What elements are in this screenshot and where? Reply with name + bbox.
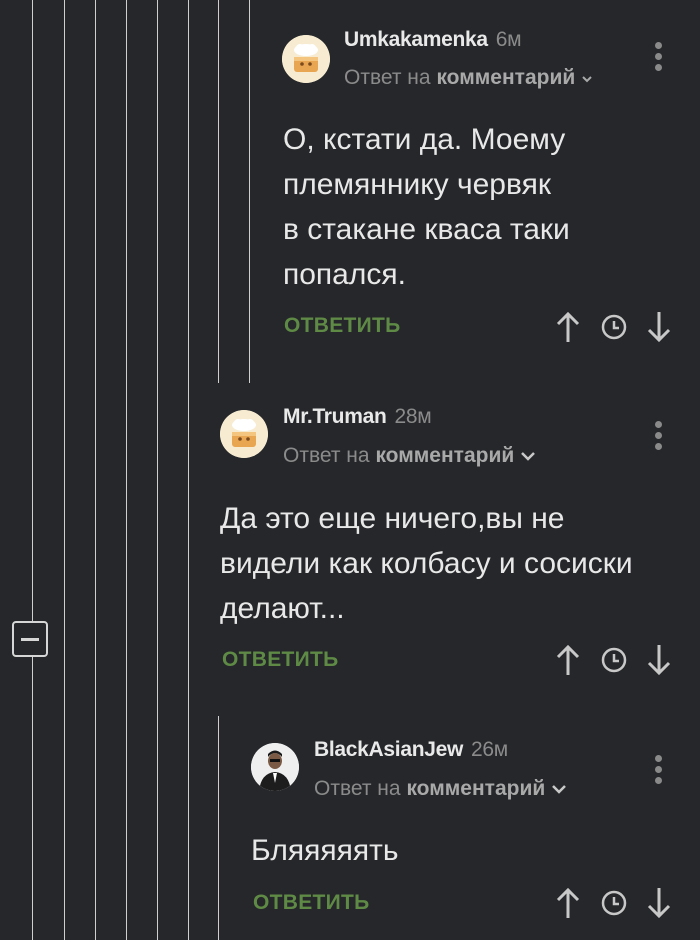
comment-time: 6м: [495, 28, 522, 51]
more-options-icon[interactable]: [653, 755, 663, 788]
reply-button[interactable]: ОТВЕТИТЬ: [284, 314, 401, 338]
downvote-arrow-icon[interactable]: [646, 310, 672, 344]
thread-line: [95, 0, 96, 940]
downvote-arrow-icon[interactable]: [646, 643, 672, 677]
comment-author[interactable]: Umkakamenka 6м: [344, 28, 522, 52]
clock-icon[interactable]: [600, 313, 628, 341]
thread-line: [188, 0, 189, 940]
downvote-arrow-icon[interactable]: [646, 886, 672, 920]
comment-author[interactable]: BlackAsianJew 26м: [314, 738, 508, 762]
thread-line: [218, 716, 219, 940]
upvote-arrow-icon[interactable]: [555, 310, 581, 344]
collapse-thread-button[interactable]: [12, 621, 48, 657]
cake-avatar-icon[interactable]: [220, 410, 268, 458]
chevron-down-icon: [520, 444, 536, 468]
cake-avatar-icon[interactable]: [282, 35, 330, 83]
more-options-icon[interactable]: [653, 42, 663, 75]
more-options-icon[interactable]: [653, 421, 663, 454]
thread-line: [126, 0, 127, 940]
minus-box-icon: [21, 637, 39, 641]
thread-line: [157, 0, 158, 940]
comment-time: 26м: [471, 738, 508, 761]
clock-icon[interactable]: [600, 889, 628, 917]
reply-to-link[interactable]: Ответ на комментарий: [283, 444, 536, 468]
clock-icon[interactable]: [600, 646, 628, 674]
thread-line: [218, 0, 219, 383]
person-avatar-icon[interactable]: [251, 743, 299, 791]
comment-time: 28м: [394, 405, 432, 428]
reply-button[interactable]: ОТВЕТИТЬ: [222, 648, 339, 672]
chevron-down-icon: [581, 66, 593, 90]
comment-text: Бляяяяять: [251, 834, 399, 867]
reply-to-link[interactable]: Ответ на комментарий: [344, 66, 593, 90]
comment-text: Да это еще ничего,вы не видели как колба…: [220, 502, 633, 625]
thread-line: [32, 0, 33, 940]
comment-text: О, кстати да. Моему племяннику червяк в …: [283, 123, 570, 291]
comment-author[interactable]: Mr.Truman 28м: [283, 405, 432, 429]
thread-line: [249, 0, 250, 383]
reply-button[interactable]: ОТВЕТИТЬ: [253, 891, 370, 915]
upvote-arrow-icon[interactable]: [555, 886, 581, 920]
upvote-arrow-icon[interactable]: [555, 643, 581, 677]
chevron-down-icon: [551, 777, 567, 801]
reply-to-link[interactable]: Ответ на комментарий: [314, 777, 567, 801]
thread-line: [64, 0, 65, 940]
